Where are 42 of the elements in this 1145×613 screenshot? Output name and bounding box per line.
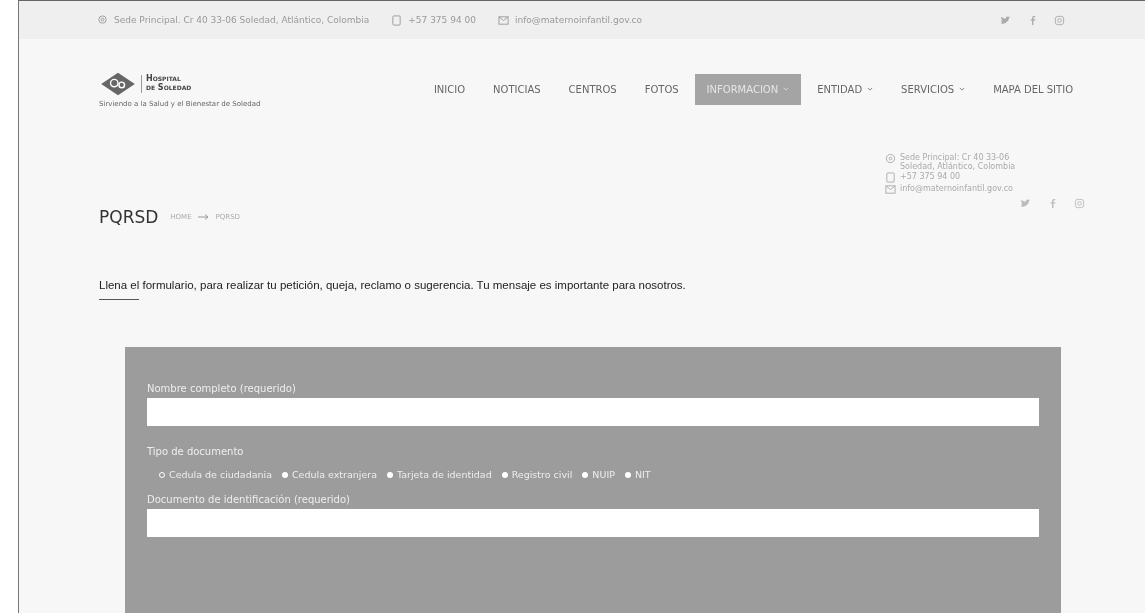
phone-text: +57 375 94 00 (408, 15, 476, 25)
name-input[interactable] (147, 398, 1039, 426)
phone-icon (391, 14, 403, 26)
field-label: Tipo de documento (147, 446, 245, 457)
email-link[interactable]: info@maternoinfantil.gov.co (900, 184, 1013, 193)
twitter-icon[interactable] (1000, 14, 1011, 26)
instagram-icon[interactable] (1054, 14, 1065, 26)
radio-dot[interactable] (282, 471, 288, 478)
instagram-icon[interactable] (1074, 198, 1085, 209)
logo-name: Hospital (146, 75, 181, 84)
nav-link[interactable]: SERVICIOS (889, 73, 978, 105)
nav-link[interactable]: CENTROS (556, 73, 629, 105)
nav-link[interactable]: FOTOS (632, 73, 691, 105)
intro-text: Llena el formulario, para realizar tu petición, queja, reclamo o sugerencia. Tu mensaje es importante para nosotros. (99, 279, 687, 291)
address-text: Sede Principal: Cr 40 33-06 Soledad, Atlántico, Colombia (900, 153, 1017, 171)
radio-option[interactable]: NUIP (582, 469, 615, 480)
phone-text: +57 375 94 00 (900, 172, 961, 181)
email-link[interactable]: info@maternoinfantil.gov.co (514, 15, 643, 25)
twitter-icon[interactable] (1020, 198, 1031, 209)
envelope-icon (497, 14, 509, 26)
radio-option[interactable]: NIT (624, 469, 651, 480)
radio-label: NIT (634, 469, 651, 480)
nav-link[interactable]: INICIO (421, 73, 478, 105)
field-label: Documento de identificación (requerido) (147, 494, 351, 505)
radio-label: NUIP (592, 469, 615, 480)
logo-name: de Soledad (146, 84, 192, 93)
radio-dot[interactable] (501, 471, 508, 478)
radio-dot[interactable] (624, 471, 631, 478)
radio-dot[interactable] (387, 471, 393, 478)
nav-link[interactable]: ENTIDAD (805, 73, 886, 105)
radio-dot[interactable] (582, 471, 589, 478)
document-input[interactable] (147, 509, 1039, 537)
page-title: PQRSD (99, 207, 159, 227)
phone-icon (885, 172, 896, 183)
logo-icon (99, 70, 137, 98)
address-text: Sede Principal. Cr 40 33-06 Soledad, Atlántico, Colombia (114, 15, 370, 25)
breadcrumb-arrow-icon (197, 214, 210, 220)
field-label: Nombre completo (requerido) (147, 383, 297, 394)
nav-link[interactable]: INFORMACION (694, 73, 802, 105)
nav-link[interactable]: MAPA DEL SITIO (981, 73, 1085, 105)
nav-link[interactable]: NOTICIAS (481, 73, 553, 105)
envelope-icon (885, 184, 896, 195)
